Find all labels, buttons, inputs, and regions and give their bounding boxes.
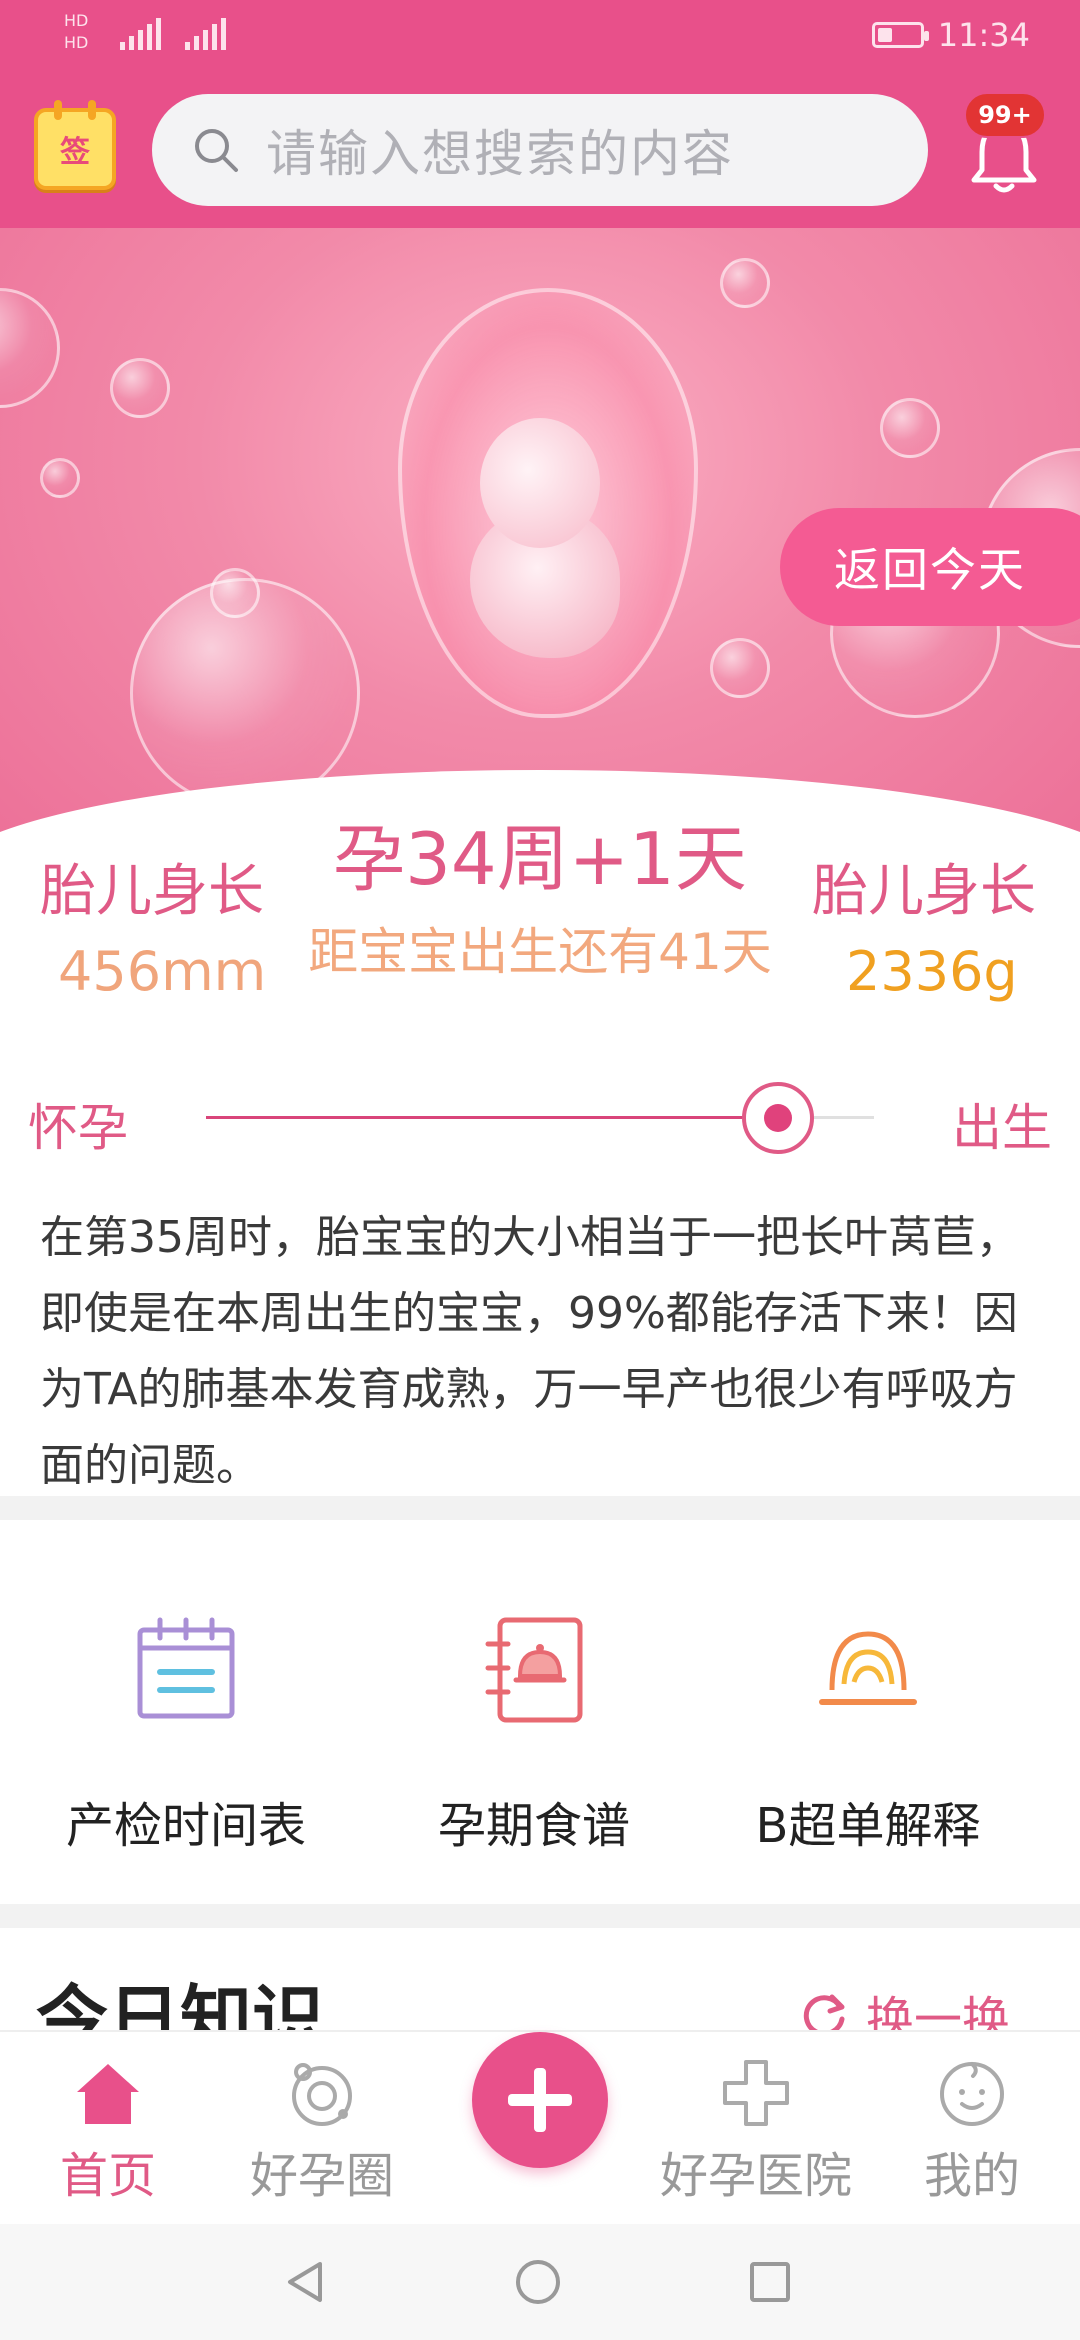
tool-label: 产检时间表 bbox=[65, 1798, 306, 1854]
pregnancy-progress-fill bbox=[206, 1116, 779, 1119]
tab-hospital[interactable]: 好孕医院 bbox=[656, 2056, 856, 2206]
progress-end-label: 出生 bbox=[952, 1099, 1052, 1157]
home-nav-icon[interactable] bbox=[514, 2258, 562, 2306]
tab-label: 好孕医院 bbox=[659, 2148, 852, 2204]
tab-home[interactable]: 首页 bbox=[8, 2056, 208, 2206]
bubble-decoration bbox=[720, 258, 770, 308]
hd-label-2: HD bbox=[64, 33, 89, 52]
bubble-decoration bbox=[110, 358, 170, 418]
fetal-weight-label: 胎儿身长 bbox=[812, 859, 1036, 924]
tool-label: 孕期食谱 bbox=[437, 1798, 630, 1854]
back-today-button[interactable]: 返回今天 bbox=[780, 508, 1080, 626]
tool-checkup-schedule[interactable]: 产检时间表 bbox=[36, 1610, 336, 1856]
home-icon bbox=[77, 2064, 139, 2124]
search-icon bbox=[195, 129, 238, 172]
recipe-book-icon bbox=[485, 1617, 583, 1723]
tab-mine[interactable]: 我的 bbox=[872, 2056, 1072, 2206]
search-bar[interactable]: 请输入想搜索的内容 bbox=[152, 94, 928, 206]
bubble-decoration bbox=[40, 458, 80, 498]
bubble-decoration bbox=[210, 568, 260, 618]
fetus-hero: 返回今天 bbox=[0, 228, 1080, 878]
weekly-description: 在第35周时，胎宝宝的大小相当于一把长叶莴苣，即使是在本周出生的宝宝，99%都能… bbox=[40, 1212, 1020, 1491]
tab-label: 好孕圈 bbox=[249, 2148, 394, 2204]
signal-2-icon bbox=[185, 18, 226, 50]
fetal-length-value: 456mm bbox=[58, 940, 267, 1003]
progress-start-label: 怀孕 bbox=[28, 1099, 128, 1157]
fetus-head-image bbox=[480, 418, 600, 548]
tab-label: 我的 bbox=[923, 2148, 1020, 2204]
hd-label-1: HD bbox=[64, 11, 89, 30]
sign-in-button[interactable]: 签 bbox=[34, 100, 116, 190]
circle-icon bbox=[292, 2063, 352, 2126]
bubble-decoration bbox=[0, 288, 60, 408]
tab-circle[interactable]: 好孕圈 bbox=[222, 2056, 422, 2206]
recents-nav-icon[interactable] bbox=[746, 2258, 794, 2306]
today-knowledge-title: 今日知识 bbox=[36, 1977, 325, 2030]
section-divider bbox=[0, 1496, 1080, 1520]
status-right: 11:34 bbox=[871, 16, 1030, 54]
tool-label: B超单解释 bbox=[755, 1798, 981, 1854]
status-bar: HD HD 11:34 bbox=[0, 0, 1080, 76]
ultrasound-icon bbox=[819, 1631, 917, 1705]
tool-ultrasound-explain[interactable]: B超单解释 bbox=[718, 1610, 1018, 1856]
pregnancy-progress-knob[interactable] bbox=[742, 1082, 815, 1154]
baby-face-icon bbox=[940, 2062, 1004, 2126]
fetal-weight-value: 2336g bbox=[846, 940, 1018, 1003]
top-bar: HD HD 11:34 签 请输入想搜索的内容 99+ bbox=[0, 0, 1080, 228]
sign-in-label: 签 bbox=[60, 135, 90, 170]
notification-badge: 99+ bbox=[964, 92, 1046, 138]
section-divider bbox=[0, 1904, 1080, 1928]
signal-1-icon bbox=[120, 18, 161, 50]
tab-label: 首页 bbox=[59, 2148, 156, 2204]
bubble-decoration bbox=[710, 638, 770, 698]
hd-indicators: HD HD bbox=[64, 10, 88, 54]
fetal-length-label: 胎儿身长 bbox=[40, 859, 264, 924]
clock: 11:34 bbox=[937, 16, 1030, 54]
add-post-button[interactable] bbox=[472, 2032, 608, 2168]
signal-indicators bbox=[120, 18, 226, 50]
hospital-cross-icon bbox=[723, 2060, 789, 2126]
search-placeholder: 请输入想搜索的内容 bbox=[266, 125, 734, 183]
back-nav-icon[interactable] bbox=[282, 2258, 330, 2306]
battery-icon bbox=[871, 22, 929, 48]
calendar-icon bbox=[137, 1617, 235, 1719]
tool-pregnancy-recipes[interactable]: 孕期食谱 bbox=[384, 1610, 684, 1856]
bubble-decoration bbox=[880, 398, 940, 458]
system-nav-bar bbox=[0, 2224, 1080, 2340]
